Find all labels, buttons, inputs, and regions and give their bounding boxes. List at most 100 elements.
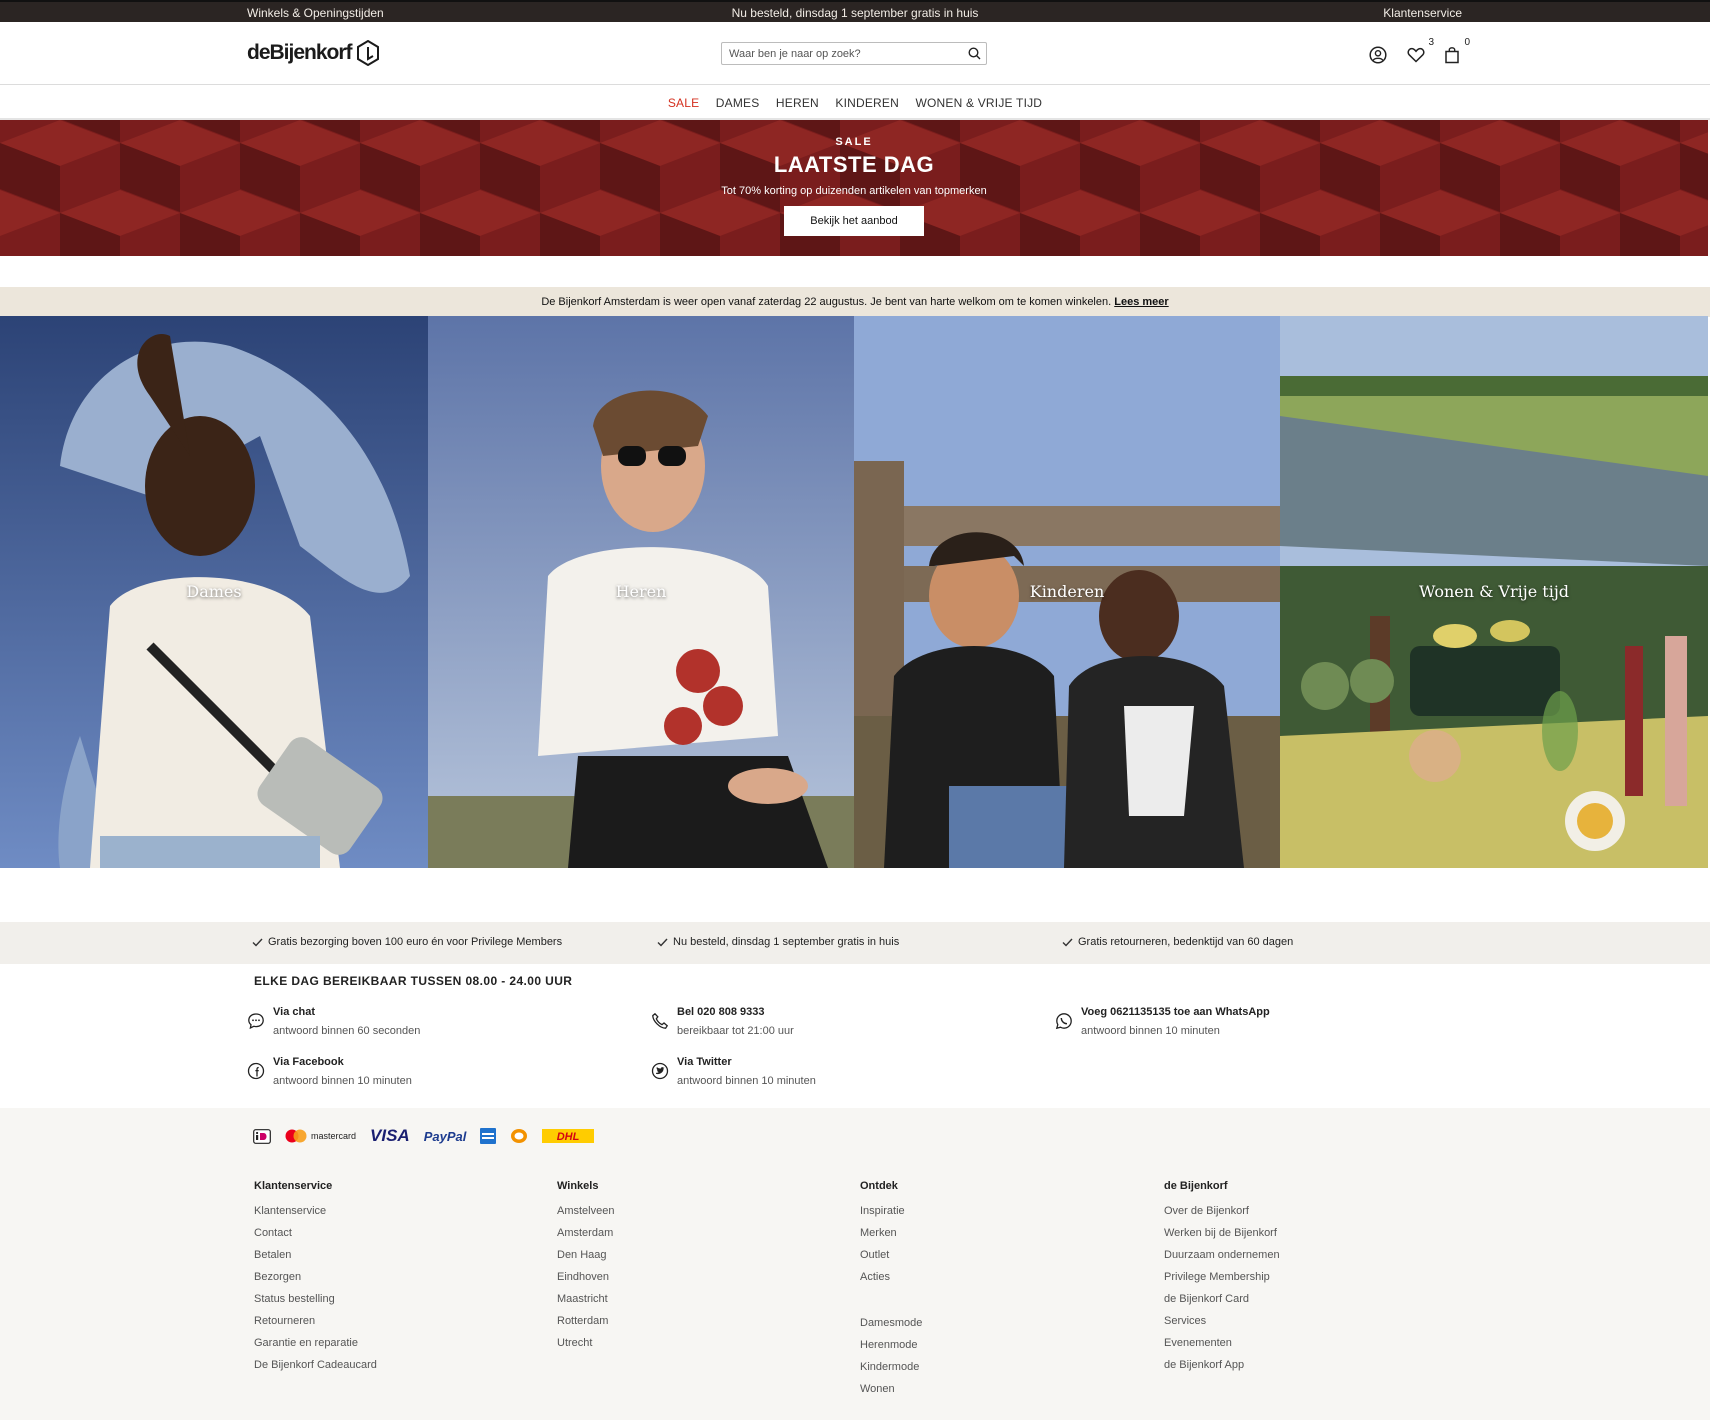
footer-column-stores: Winkels Amstelveen Amsterdam Den Haag Ei… xyxy=(557,1180,614,1358)
cart-icon[interactable]: 0 xyxy=(1440,37,1470,67)
contact-twitter-title: Via Twitter xyxy=(677,1056,732,1068)
postnl-logo xyxy=(511,1129,528,1143)
tile-label-heren: Heren xyxy=(615,582,667,601)
account-icon[interactable] xyxy=(1366,43,1390,67)
footer-link[interactable]: Contact xyxy=(254,1226,377,1248)
contact-phone[interactable]: Bel 020 808 9333 bereikbaar tot 21:00 uu… xyxy=(651,1006,794,1037)
phone-icon xyxy=(652,1012,669,1029)
contact-chat-sub: antwoord binnen 60 seconden xyxy=(273,1025,421,1037)
paypal-logo: PayPal xyxy=(423,1128,467,1144)
banner-content: SALE LAATSTE DAG Tot 70% korting op duiz… xyxy=(0,120,1708,236)
footer-heading-de-bijenkorf: de Bijenkorf xyxy=(1164,1180,1228,1192)
contact-chat-title: Via chat xyxy=(273,1006,315,1018)
wishlist-count: 3 xyxy=(1428,37,1434,48)
contact-whatsapp-title: Voeg 0621135135 toe aan WhatsApp xyxy=(1081,1006,1270,1018)
contact-twitter[interactable]: Via Twitter antwoord binnen 10 minuten xyxy=(651,1056,816,1087)
site-footer: mastercard VISA PayPal DHL Klantenservic… xyxy=(0,1108,1710,1420)
footer-link[interactable]: Utrecht xyxy=(557,1336,614,1358)
footer-link[interactable]: Wonen xyxy=(860,1382,922,1404)
category-tiles: Dames Heren Kinderen Wonen & Vrije tijd xyxy=(0,316,1710,868)
mastercard-label: mastercard xyxy=(311,1131,357,1141)
nav-item-kinderen[interactable]: KINDEREN xyxy=(835,96,899,110)
contact-whatsapp[interactable]: Voeg 0621135135 toe aan WhatsApp antwoor… xyxy=(1055,1006,1270,1037)
search-input[interactable] xyxy=(722,43,952,64)
usp-text-free-delivery: Gratis bezorging boven 100 euro én voor … xyxy=(268,936,563,948)
bijenkorf-logo[interactable]: deBijenkorf xyxy=(247,38,380,68)
twitter-icon xyxy=(651,1062,669,1080)
footer-link[interactable]: de Bijenkorf Card xyxy=(1164,1292,1280,1314)
footer-link[interactable]: Kindermode xyxy=(860,1360,922,1382)
view-offer-button[interactable]: Bekijk het aanbod xyxy=(784,206,924,236)
contact-chat[interactable]: Via chat antwoord binnen 60 seconden xyxy=(247,1006,420,1037)
search-box[interactable] xyxy=(721,42,987,65)
usp-item: Gratis retourneren, bedenktijd van 60 da… xyxy=(1062,936,1293,948)
nav-item-wonen-vrije-tijd[interactable]: WONEN & VRIJE TIJD xyxy=(915,96,1042,110)
category-tile-kinderen[interactable]: Kinderen xyxy=(854,316,1280,868)
footer-column-about: de Bijenkorf Over de Bijenkorf Werken bi… xyxy=(1164,1180,1280,1380)
payment-methods: mastercard VISA PayPal DHL xyxy=(253,1126,595,1146)
sale-banner[interactable]: SALE LAATSTE DAG Tot 70% korting op duiz… xyxy=(0,120,1708,256)
footer-link[interactable]: Amstelveen xyxy=(557,1204,614,1226)
footer-link[interactable]: Werken bij de Bijenkorf xyxy=(1164,1226,1280,1248)
dhl-logo: DHL xyxy=(542,1129,595,1143)
nav-item-sale[interactable]: SALE xyxy=(668,96,700,110)
footer-heading-winkels: Winkels xyxy=(557,1180,599,1192)
tile-label-kinderen: Kinderen xyxy=(1029,582,1105,601)
footer-link[interactable]: Herenmode xyxy=(860,1338,922,1360)
footer-link[interactable]: De Bijenkorf Cadeaucard xyxy=(254,1358,377,1380)
usp-item: Nu besteld, dinsdag 1 september gratis i… xyxy=(657,936,899,948)
tile-label-dames: Dames xyxy=(186,582,242,601)
banner-title: LAATSTE DAG xyxy=(773,152,935,177)
footer-link[interactable]: Retourneren xyxy=(254,1314,377,1336)
main-navigation: SALE DAMES HEREN KINDEREN WONEN & VRIJE … xyxy=(0,85,1710,120)
category-tile-dames[interactable]: Dames xyxy=(0,316,428,868)
footer-link[interactable]: Bezorgen xyxy=(254,1270,377,1292)
nav-item-heren[interactable]: HEREN xyxy=(776,96,819,110)
usp-item: Gratis bezorging boven 100 euro én voor … xyxy=(252,936,562,948)
contact-facebook[interactable]: Via Facebook antwoord binnen 10 minuten xyxy=(247,1056,412,1087)
footer-link[interactable]: Acties xyxy=(860,1270,922,1292)
contact-phone-title: Bel 020 808 9333 xyxy=(677,1006,765,1018)
footer-link[interactable]: Privilege Membership xyxy=(1164,1270,1280,1292)
footer-link[interactable]: Duurzaam ondernemen xyxy=(1164,1248,1280,1270)
footer-link[interactable]: Maastricht xyxy=(557,1292,614,1314)
footer-link[interactable]: Over de Bijenkorf xyxy=(1164,1204,1280,1226)
footer-link[interactable]: de Bijenkorf App xyxy=(1164,1358,1280,1380)
footer-link[interactable]: Garantie en reparatie xyxy=(254,1336,377,1358)
banner-subtitle: Tot 70% korting op duizenden artikelen v… xyxy=(721,185,987,197)
footer-link[interactable]: Betalen xyxy=(254,1248,377,1270)
svg-text:DHL: DHL xyxy=(557,1131,580,1143)
store-notice-bar: De Bijenkorf Amsterdam is weer open vana… xyxy=(0,287,1710,317)
mastercard-logo: mastercard xyxy=(285,1129,356,1143)
facebook-icon xyxy=(247,1062,265,1080)
footer-link[interactable]: Inspiratie xyxy=(860,1204,922,1226)
store-notice-text: De Bijenkorf Amsterdam is weer open vana… xyxy=(541,296,1112,308)
nav-item-dames[interactable]: DAMES xyxy=(716,96,760,110)
footer-link[interactable]: Evenementen xyxy=(1164,1336,1280,1358)
footer-link[interactable]: Eindhoven xyxy=(557,1270,614,1292)
footer-link[interactable]: Damesmode xyxy=(860,1316,922,1338)
footer-link[interactable]: Status bestelling xyxy=(254,1292,377,1314)
search-icon[interactable] xyxy=(968,47,981,60)
contact-phone-sub: bereikbaar tot 21:00 uur xyxy=(677,1025,794,1037)
customer-service-link[interactable]: Klantenservice xyxy=(1383,6,1462,20)
category-tile-heren[interactable]: Heren xyxy=(428,316,854,868)
footer-link[interactable]: Amsterdam xyxy=(557,1226,614,1248)
footer-heading-ontdek: Ontdek xyxy=(860,1180,898,1192)
category-tile-wonen-vrije-tijd[interactable]: Wonen & Vrije tijd xyxy=(1280,316,1708,868)
footer-link[interactable]: Merken xyxy=(860,1226,922,1248)
footer-link[interactable]: Den Haag xyxy=(557,1248,614,1270)
contact-whatsapp-sub: antwoord binnen 10 minuten xyxy=(1081,1025,1220,1037)
logo-wordmark: deBijenkorf xyxy=(247,41,353,64)
footer-link[interactable]: Rotterdam xyxy=(557,1314,614,1336)
wishlist-icon[interactable]: 3 xyxy=(1404,37,1434,67)
footer-link[interactable]: Services xyxy=(1164,1314,1280,1336)
cart-count: 0 xyxy=(1464,37,1470,48)
read-more-link[interactable]: Lees meer xyxy=(1114,296,1168,308)
site-header: deBijenkorf 3 0 xyxy=(0,22,1710,85)
contact-facebook-title: Via Facebook xyxy=(273,1056,344,1068)
contact-twitter-sub: antwoord binnen 10 minuten xyxy=(677,1075,816,1087)
footer-link[interactable]: Outlet xyxy=(860,1248,922,1270)
footer-heading-klantenservice: Klantenservice xyxy=(254,1180,333,1192)
footer-link[interactable]: Klantenservice xyxy=(254,1204,377,1226)
